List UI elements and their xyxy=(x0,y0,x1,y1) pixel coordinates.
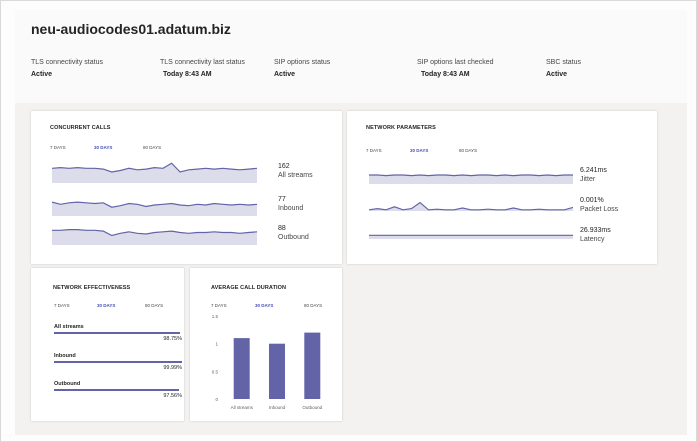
metric-latency: 26.933ms Latency xyxy=(580,226,611,244)
metric-packet-loss: 0.001% Packet Loss xyxy=(580,196,618,214)
concurrent-calls-card: CONCURRENT CALLS 7 DAYS 30 DAYS 80 DAYS … xyxy=(31,111,342,264)
effectiveness-value: 99.99% xyxy=(163,364,182,371)
tab-7-days[interactable]: 7 DAYS xyxy=(54,303,70,308)
metric-label: Packet Loss xyxy=(580,206,619,213)
spark-jitter xyxy=(369,174,573,184)
sbc-status: SBC status Active xyxy=(546,59,581,78)
spark-all-streams xyxy=(52,162,257,183)
spark-area xyxy=(52,163,257,183)
card-title: NETWORK PARAMETERS xyxy=(366,125,436,131)
tab-80-days[interactable]: 80 DAYS xyxy=(459,148,477,153)
tab-80-days[interactable]: 80 DAYS xyxy=(143,145,161,150)
x-tick-label: All streams xyxy=(231,405,254,410)
average-call-duration-card: AVERAGE CALL DURATION 7 DAYS 30 DAYS 80 … xyxy=(190,268,342,421)
network-effectiveness-card: NETWORK EFFECTIVENESS 7 DAYS 30 DAYS 80 … xyxy=(31,268,184,421)
card-title: NETWORK EFFECTIVENESS xyxy=(53,285,131,291)
bar-outbound xyxy=(304,332,321,399)
bar-all-streams xyxy=(233,338,250,399)
status-value: Today 8:43 AM xyxy=(421,71,470,78)
effectiveness-bar xyxy=(54,332,181,334)
effectiveness-value: 98.75% xyxy=(163,335,182,342)
status-label: TLS connectivity last status xyxy=(160,59,245,66)
spark-area xyxy=(369,175,573,184)
status-label: TLS connectivity status xyxy=(31,59,103,66)
effectiveness-row-all-streams: All streams 98.75% xyxy=(54,324,182,342)
metric-value: 162 xyxy=(278,163,290,170)
metric-label: Inbound xyxy=(278,205,304,212)
metric-inbound: 77 Inbound xyxy=(278,195,303,213)
y-tick-label: 1 xyxy=(215,342,218,347)
metric-value: 88 xyxy=(278,225,286,232)
status-value: Active xyxy=(31,71,53,78)
metric-value: 26.933ms xyxy=(580,227,611,234)
tab-7-days[interactable]: 7 DAYS xyxy=(366,148,382,153)
spark-line xyxy=(369,201,573,211)
sip-options-last-checked: SIP options last checked Today 8:43 AM xyxy=(417,59,494,78)
bar-inbound xyxy=(269,343,285,399)
spark-outbound xyxy=(52,228,257,245)
metric-value: 77 xyxy=(278,196,286,203)
status-value: Today 8:43 AM xyxy=(163,71,212,78)
tls-connectivity-last-status: TLS connectivity last status Today 8:43 … xyxy=(160,59,245,78)
metric-value: 6.241ms xyxy=(580,167,607,174)
spark-line xyxy=(369,174,573,177)
sbc-detail-page: neu-audiocodes01.adatum.biz TLS connecti… xyxy=(15,10,687,435)
tab-7-days[interactable]: 7 DAYS xyxy=(50,145,66,150)
metric-label: All streams xyxy=(278,172,313,179)
status-value: Active xyxy=(274,71,296,78)
effectiveness-bar xyxy=(54,361,182,363)
metric-jitter: 6.241ms Jitter xyxy=(580,166,607,184)
tls-connectivity-status: TLS connectivity status Active xyxy=(31,59,103,78)
sip-options-status: SIP options status Active xyxy=(274,59,330,78)
tab-30-days[interactable]: 30 DAYS xyxy=(97,303,115,308)
effectiveness-name: Outbound xyxy=(54,381,81,387)
effectiveness-row-inbound: Inbound 99.99% xyxy=(54,353,182,371)
spark-latency xyxy=(369,234,573,239)
status-label: SBC status xyxy=(546,59,582,66)
y-tick-label: 0 xyxy=(215,397,218,402)
window-frame: neu-audiocodes01.adatum.biz TLS connecti… xyxy=(0,0,697,442)
x-tick-label: Outbound xyxy=(302,405,322,410)
y-tick-label: 0.5 xyxy=(212,369,219,374)
status-label: SIP options last checked xyxy=(417,59,494,66)
metric-all-streams: 162 All streams xyxy=(278,162,313,180)
effectiveness-name: All streams xyxy=(54,324,84,330)
effectiveness-value: 97.56% xyxy=(163,392,182,399)
metric-label: Outbound xyxy=(278,234,309,241)
y-tick-label: 1.5 xyxy=(212,314,219,319)
metric-label: Jitter xyxy=(580,176,596,183)
card-title: AVERAGE CALL DURATION xyxy=(211,285,287,291)
metric-label: Latency xyxy=(580,236,605,243)
metric-value: 0.001% xyxy=(580,197,604,204)
tab-80-days[interactable]: 80 DAYS xyxy=(145,303,163,308)
status-label: SIP options status xyxy=(274,59,331,66)
tab-30-days[interactable]: 30 DAYS xyxy=(94,145,112,150)
spark-inbound xyxy=(52,201,257,216)
metric-outbound: 88 Outbound xyxy=(278,224,309,242)
effectiveness-bar xyxy=(54,389,179,391)
x-tick-label: Inbound xyxy=(269,405,286,410)
effectiveness-row-outbound: Outbound 97.56% xyxy=(54,381,182,399)
status-value: Active xyxy=(546,71,568,78)
average-call-duration-chart: 0 0.5 1 1.5 All streams Inbound Outbound xyxy=(212,314,323,410)
sbc-hostname: neu-audiocodes01.adatum.biz xyxy=(31,21,231,37)
network-parameters-card: NETWORK PARAMETERS 7 DAYS 30 DAYS 80 DAY… xyxy=(347,111,657,264)
card-title: CONCURRENT CALLS xyxy=(50,125,111,131)
sbc-header: neu-audiocodes01.adatum.biz TLS connecti… xyxy=(15,10,687,103)
effectiveness-name: Inbound xyxy=(54,353,76,359)
spark-packet-loss xyxy=(369,201,573,211)
tab-30-days[interactable]: 30 DAYS xyxy=(410,148,428,153)
